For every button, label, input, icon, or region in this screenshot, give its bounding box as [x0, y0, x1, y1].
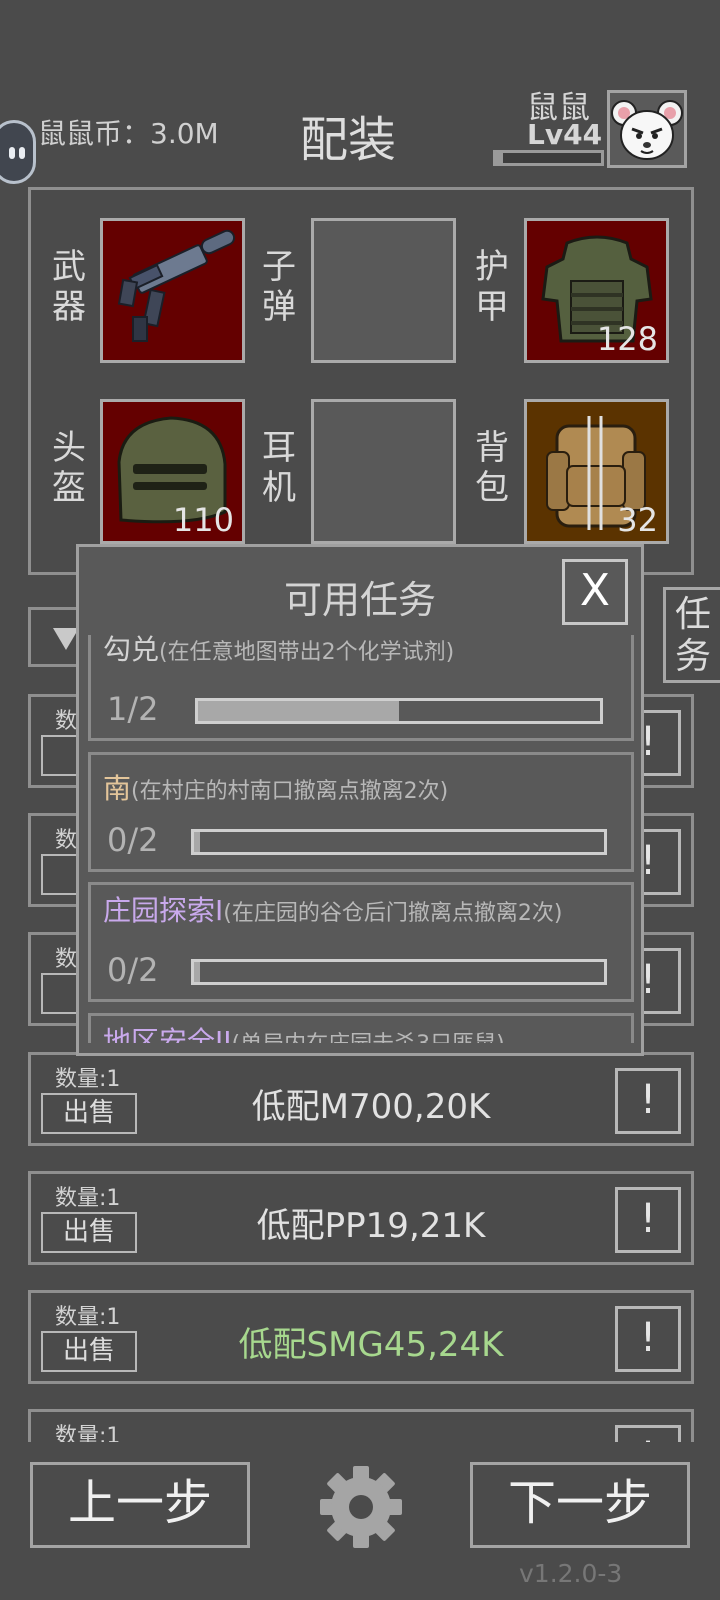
backpack-capacity: 32 — [617, 501, 658, 539]
helmet-slot[interactable]: 110 — [100, 399, 245, 544]
sell-button[interactable]: 出售 — [41, 1093, 137, 1134]
quest-progress-fill — [194, 962, 201, 982]
item-quantity: 数 — [55, 828, 78, 853]
quest-item: 庄园探索I(在庄园的谷仓后门撤离点撤离2次) 0/2 — [88, 882, 634, 1002]
backpack-label: 背包 — [475, 428, 509, 508]
headset-label: 耳机 — [262, 428, 296, 508]
page-title: 配装 — [300, 112, 397, 168]
list-item: 数量:1 出售 低配PP19,21K ! — [28, 1171, 694, 1265]
item-quantity: 数 — [55, 947, 78, 972]
item-quantity: 数 — [55, 709, 78, 734]
prev-step-button[interactable]: 上一步 — [30, 1462, 250, 1548]
quest-description: (单局内在庄园击杀3只匪鼠) — [232, 1032, 505, 1043]
quest-progress-bar — [191, 829, 607, 855]
next-step-button[interactable]: 下一步 — [470, 1462, 690, 1548]
quest-progress-text: 0/2 — [107, 951, 159, 989]
available-tasks-modal: 可用任务 X 勾兑(在任意地图带出2个化学试剂) 1/2 南(在村庄的村南口撤离… — [76, 544, 644, 1056]
version-label: v1.2.0-3 — [519, 1559, 623, 1588]
weapon-slot[interactable] — [100, 218, 245, 363]
smg-icon — [117, 229, 236, 342]
list-item: 数量:1 出售 低配SMG45,24K ! — [28, 1290, 694, 1384]
robot-assistant-icon[interactable] — [0, 120, 36, 184]
quest-name: 勾兑 — [103, 635, 160, 666]
list-item: 数量:1 出售 低配M700,20K ! — [28, 1052, 694, 1146]
weapon-label: 武器 — [52, 247, 86, 327]
quest-description: (在庄园的谷仓后门撤离点撤离2次) — [223, 901, 563, 926]
quest-list[interactable]: 勾兑(在任意地图带出2个化学试剂) 1/2 南(在村庄的村南口撤离点撤离2次) … — [88, 635, 634, 1043]
quest-item: 地区安全II(单局内在庄园击杀3只匪鼠) — [88, 1013, 634, 1043]
quest-progress-fill — [194, 832, 201, 852]
quest-progress-text: 1/2 — [107, 690, 159, 728]
quest-progress-bar — [191, 959, 607, 985]
ammo-label: 子弹 — [262, 247, 296, 327]
info-button[interactable]: ! — [615, 1187, 681, 1253]
task-tab-label: 任务 — [674, 594, 711, 677]
headset-slot[interactable] — [311, 399, 456, 544]
task-tab[interactable]: 任务 — [663, 587, 720, 683]
armor-label: 护甲 — [475, 247, 509, 327]
item-name: 低配M700,20K — [251, 1087, 491, 1127]
quest-item: 南(在村庄的村南口撤离点撤离2次) 0/2 — [88, 752, 634, 872]
info-button[interactable]: ! — [615, 1306, 681, 1372]
quest-description: (在任意地图带出2个化学试剂) — [159, 640, 455, 665]
close-button[interactable]: X — [562, 559, 628, 625]
quest-name: 南 — [103, 772, 132, 805]
bottom-bar: 上一步 下一步 v1.2.0-3 — [0, 1442, 720, 1600]
quest-description: (在村庄的村南口撤离点撤离2次) — [131, 779, 449, 804]
quest-progress-text: 0/2 — [107, 821, 159, 859]
mouse-avatar-icon — [611, 100, 683, 160]
item-name: 低配PP19,21K — [256, 1206, 486, 1246]
item-quantity: 数量:1 — [55, 1305, 121, 1330]
sell-button[interactable]: 出售 — [41, 1331, 137, 1372]
quest-name: 庄园探索I — [103, 894, 224, 927]
avatar[interactable] — [607, 90, 687, 168]
ammo-slot[interactable] — [311, 218, 456, 363]
coin-balance: 鼠鼠币：3.0M — [38, 117, 219, 150]
xp-bar — [493, 150, 604, 166]
backpack-slot[interactable]: 32 — [524, 399, 669, 544]
armor-slot[interactable]: 128 — [524, 218, 669, 363]
quest-item: 勾兑(在任意地图带出2个化学试剂) 1/2 — [88, 635, 634, 741]
info-button[interactable]: ! — [615, 1068, 681, 1134]
item-quantity: 数量:1 — [55, 1186, 121, 1211]
item-name: 低配SMG45,24K — [238, 1325, 504, 1365]
quest-progress-bar — [195, 698, 603, 724]
player-level: Lv44 — [527, 118, 603, 151]
quest-name: 地区安全II — [103, 1025, 232, 1044]
gear-icon[interactable] — [316, 1462, 406, 1552]
xp-bar-fill — [496, 153, 504, 163]
helmet-label: 头盔 — [52, 428, 86, 508]
quest-progress-fill — [198, 701, 399, 721]
modal-title: 可用任务 — [283, 578, 436, 622]
item-quantity: 数量:1 — [55, 1067, 121, 1092]
helmet-durability: 110 — [172, 501, 234, 539]
armor-durability: 128 — [596, 320, 658, 358]
sell-button[interactable]: 出售 — [41, 1212, 137, 1253]
